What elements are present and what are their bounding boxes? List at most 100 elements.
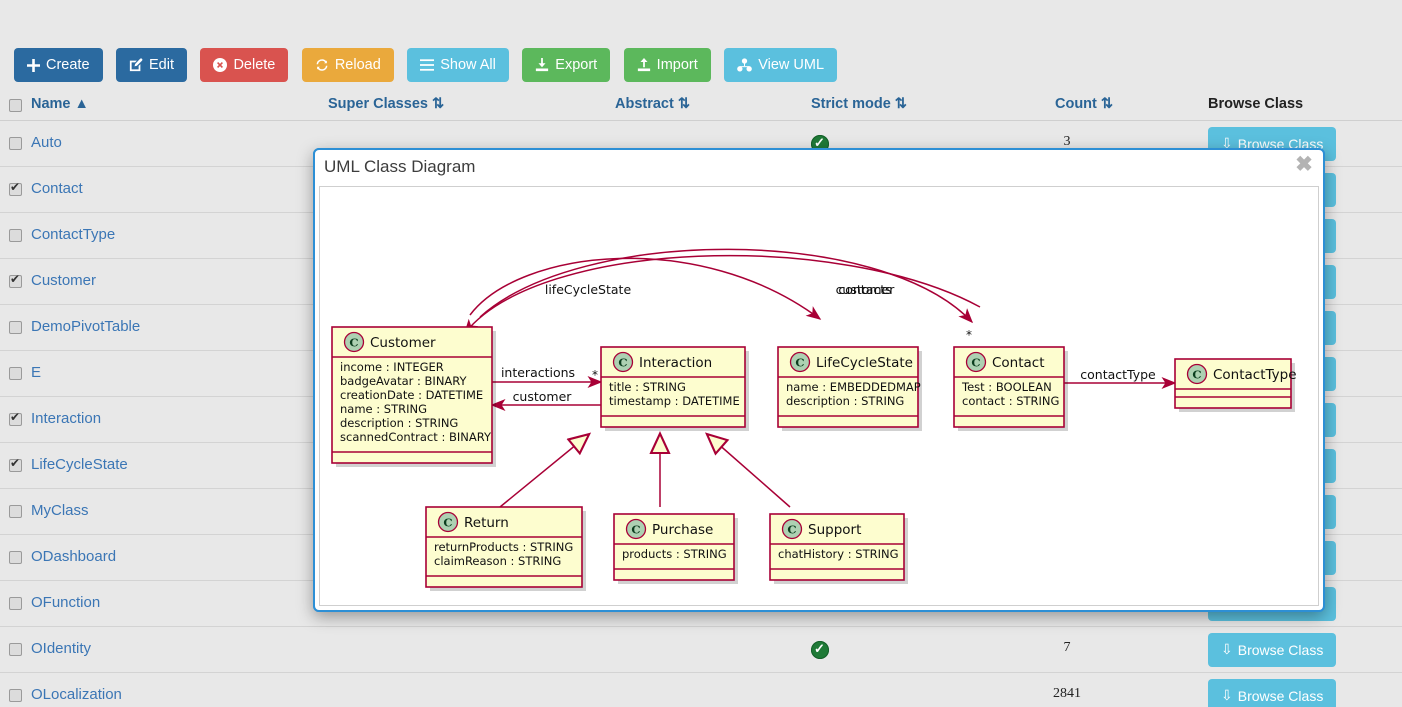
count-value: 2841 <box>1053 685 1081 701</box>
uml-dialog: UML Class Diagram ✖ lifeCycleState conta… <box>313 148 1325 612</box>
edit-button[interactable]: Edit <box>115 48 187 82</box>
edge-label-interactions: interactions <box>501 365 575 380</box>
edge-cardinality-interactions: * <box>592 368 598 382</box>
class-attribute: description : STRING <box>340 416 458 430</box>
class-name-link[interactable]: Auto <box>31 134 62 151</box>
table-header-row: Name ▲ Super Classes ⇅ Abstract ⇅ Strict… <box>0 91 1402 121</box>
view-uml-button-label: View UML <box>758 56 825 73</box>
class-attribute: creationDate : DATETIME <box>340 388 483 402</box>
class-attribute: title : STRING <box>609 380 686 394</box>
class-name: Support <box>808 522 861 538</box>
uml-class-diagram: lifeCycleState contacts customer * inter… <box>331 248 1297 591</box>
class-name: Contact <box>992 355 1045 371</box>
edge-label-customer-mid: customer <box>513 389 573 404</box>
class-attribute: Test : BOOLEAN <box>961 380 1052 394</box>
uml-dialog-header: UML Class Diagram ✖ <box>314 149 1324 186</box>
row-checkbox[interactable] <box>9 456 22 472</box>
row-checkbox[interactable] <box>9 688 22 702</box>
class-name: Interaction <box>639 355 712 371</box>
column-header-strict-mode[interactable]: Strict mode ⇅ <box>811 91 907 120</box>
edge-cardinality-contacts: * <box>966 328 972 342</box>
row-checkbox[interactable] <box>9 596 22 610</box>
uml-class-interaction: C Interaction title : STRINGtimestamp : DA… <box>600 346 749 431</box>
class-name-link[interactable]: LifeCycleState <box>31 456 128 473</box>
row-checkbox[interactable] <box>9 320 22 334</box>
select-all-checkbox[interactable] <box>9 99 22 112</box>
uml-class-purchase: C Purchase products : STRING <box>613 513 738 584</box>
import-button[interactable]: Import <box>623 48 711 82</box>
class-stereotype-label: C <box>787 523 796 537</box>
uml-class-contact: C Contact Test : BOOLEANcontact : STRING <box>953 346 1068 431</box>
sort-both-icon: ⇅ <box>427 96 445 112</box>
class-name-link[interactable]: ContactType <box>31 226 115 243</box>
edge-label-lifecyclestate: lifeCycleState <box>545 282 632 297</box>
class-name-link[interactable]: OLocalization <box>31 686 122 703</box>
class-stereotype-label: C <box>443 516 452 530</box>
class-name-link[interactable]: Customer <box>31 272 96 289</box>
column-header-browse-class: Browse Class <box>1208 96 1304 112</box>
show-all-button-label: Show All <box>440 56 496 73</box>
row-checkbox[interactable] <box>9 272 22 288</box>
row-checkbox[interactable] <box>9 642 22 656</box>
create-button[interactable]: Create <box>14 48 103 82</box>
class-name-link[interactable]: OIdentity <box>31 640 91 657</box>
edge-label-contacttype: contactType <box>1080 367 1156 382</box>
show-all-button[interactable]: Show All <box>407 48 509 82</box>
browse-class-button[interactable]: ⇩Browse Class <box>1208 678 1337 707</box>
class-stereotype-label: C <box>971 356 980 370</box>
pencil-square-icon <box>129 58 143 72</box>
class-attribute: claimReason : STRING <box>434 554 561 568</box>
class-name-link[interactable]: ODashboard <box>31 548 116 565</box>
sort-both-icon: ⇅ <box>673 96 691 112</box>
class-name-link[interactable]: MyClass <box>31 502 89 519</box>
row-checkbox[interactable] <box>9 550 22 564</box>
sort-asc-icon: ▲ <box>70 96 89 112</box>
class-stereotype-label: C <box>618 356 627 370</box>
column-header-abstract[interactable]: Abstract ⇅ <box>615 91 690 120</box>
class-name-link[interactable]: Interaction <box>31 410 101 427</box>
class-attribute: description : STRING <box>786 394 904 408</box>
edge-label-customer-top: customer <box>836 282 896 297</box>
sitemap-icon <box>737 58 753 72</box>
edge-contact-customer <box>464 254 981 335</box>
reload-button[interactable]: Reload <box>301 48 394 82</box>
column-header-super-classes[interactable]: Super Classes ⇅ <box>328 91 444 120</box>
class-attribute: income : INTEGER <box>340 360 444 374</box>
browse-class-cell: ⇩Browse Class <box>1208 632 1337 667</box>
row-checkbox[interactable] <box>9 180 22 196</box>
list-icon <box>420 59 435 71</box>
class-name-link[interactable]: Contact <box>31 180 83 197</box>
edit-button-label: Edit <box>148 56 174 73</box>
class-attribute: badgeAvatar : BINARY <box>340 374 468 388</box>
row-checkbox[interactable] <box>9 504 22 518</box>
view-uml-button[interactable]: View UML <box>724 48 838 82</box>
reload-button-label: Reload <box>334 56 381 73</box>
export-button-label: Export <box>555 56 598 73</box>
app-root: Create Edit Delete Reload Show All Expor… <box>0 0 1402 707</box>
class-attribute: name : EMBEDDEDMAP <box>786 380 921 394</box>
class-name-link[interactable]: E <box>31 364 41 381</box>
chevron-double-down-icon: ⇩ <box>1221 687 1233 703</box>
action-toolbar: Create Edit Delete Reload Show All Expor… <box>0 39 1402 91</box>
row-checkbox[interactable] <box>9 228 22 242</box>
class-name: ContactType <box>1213 367 1297 383</box>
uml-dialog-title: UML Class Diagram <box>324 157 476 176</box>
sort-both-icon: ⇅ <box>1096 96 1114 112</box>
class-name-link[interactable]: OFunction <box>31 594 100 611</box>
close-icon[interactable]: ✖ <box>1293 154 1315 176</box>
strict-mode-check-icon <box>811 639 829 664</box>
export-button[interactable]: Export <box>522 48 611 82</box>
row-checkbox[interactable] <box>9 366 22 380</box>
column-header-name[interactable]: Name ▲ <box>31 91 89 120</box>
column-header-count[interactable]: Count ⇅ <box>1055 91 1113 120</box>
row-checkbox[interactable] <box>9 410 22 426</box>
class-name-link[interactable]: DemoPivotTable <box>31 318 140 335</box>
table-row[interactable]: OLocalization 2841 ⇩ Browse Class <box>0 673 1402 707</box>
browse-class-button[interactable]: ⇩Browse Class <box>1208 632 1337 667</box>
row-checkbox[interactable] <box>9 136 22 150</box>
uml-class-support: C Support chatHistory : STRING <box>769 513 908 584</box>
table-row[interactable]: OIdentity 7 ⇩Browse Class <box>0 627 1402 673</box>
delete-button[interactable]: Delete <box>200 48 289 82</box>
class-attribute: chatHistory : STRING <box>778 547 899 561</box>
class-name: Customer <box>370 335 436 351</box>
